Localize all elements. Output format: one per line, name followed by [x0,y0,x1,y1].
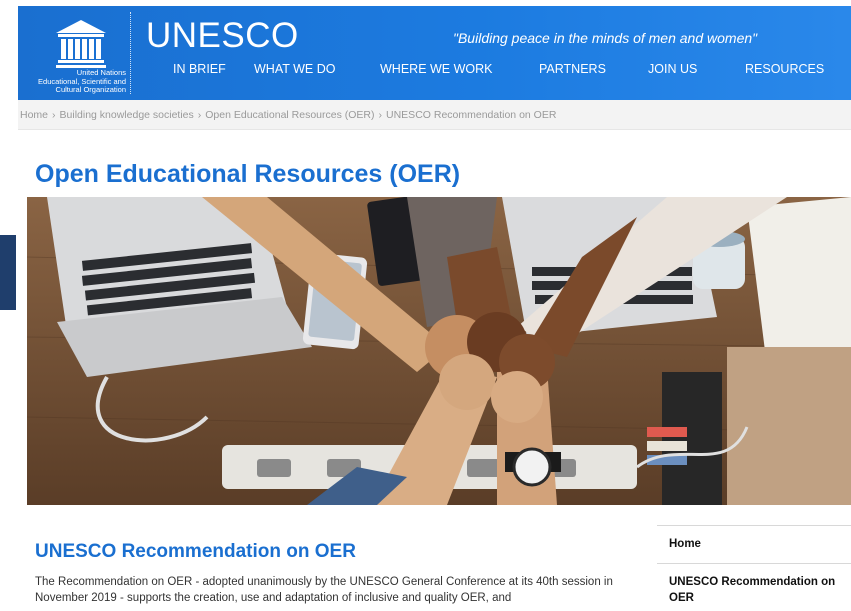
site-header: United Nations Educational, Scientific a… [18,6,851,100]
breadcrumb-home[interactable]: Home [20,109,48,121]
brand-name[interactable]: UNESCO [146,18,299,54]
breadcrumb-current: UNESCO Recommendation on OER [386,109,557,121]
breadcrumb: Home › Building knowledge societies › Open E… [18,100,851,130]
sidebar-item-home[interactable]: Home [657,525,851,563]
main-nav: IN BRIEF WHAT WE DO WHERE WE WORK PARTNE… [18,62,851,86]
breadcrumb-knowledge-societies[interactable]: Building knowledge societies [60,109,194,121]
section-title: UNESCO Recommendation on OER [35,541,356,562]
page-title: Open Educational Resources (OER) [35,160,461,188]
nav-what-we-do[interactable]: WHAT WE DO [254,62,335,76]
nav-partners[interactable]: PARTNERS [539,62,606,76]
nav-join-us[interactable]: JOIN US [648,62,697,76]
breadcrumb-separator: › [378,109,383,121]
breadcrumb-separator: › [197,109,202,121]
nav-where-we-work[interactable]: WHERE WE WORK [380,62,493,76]
intro-paragraph: The Recommendation on OER - adopted unan… [35,576,613,604]
breadcrumb-oer[interactable]: Open Educational Resources (OER) [205,109,374,121]
motto: "Building peace in the minds of men and … [453,30,758,46]
breadcrumb-separator: › [52,109,56,121]
left-accent-bar [0,235,16,310]
sidebar-item-recommendation[interactable]: UNESCO Recommendation on OER [657,563,851,606]
nav-in-brief[interactable]: IN BRIEF [173,62,226,76]
sidebar-nav: Home UNESCO Recommendation on OER [657,525,851,606]
hero-image [27,197,851,505]
nav-resources[interactable]: RESOURCES [745,62,824,76]
